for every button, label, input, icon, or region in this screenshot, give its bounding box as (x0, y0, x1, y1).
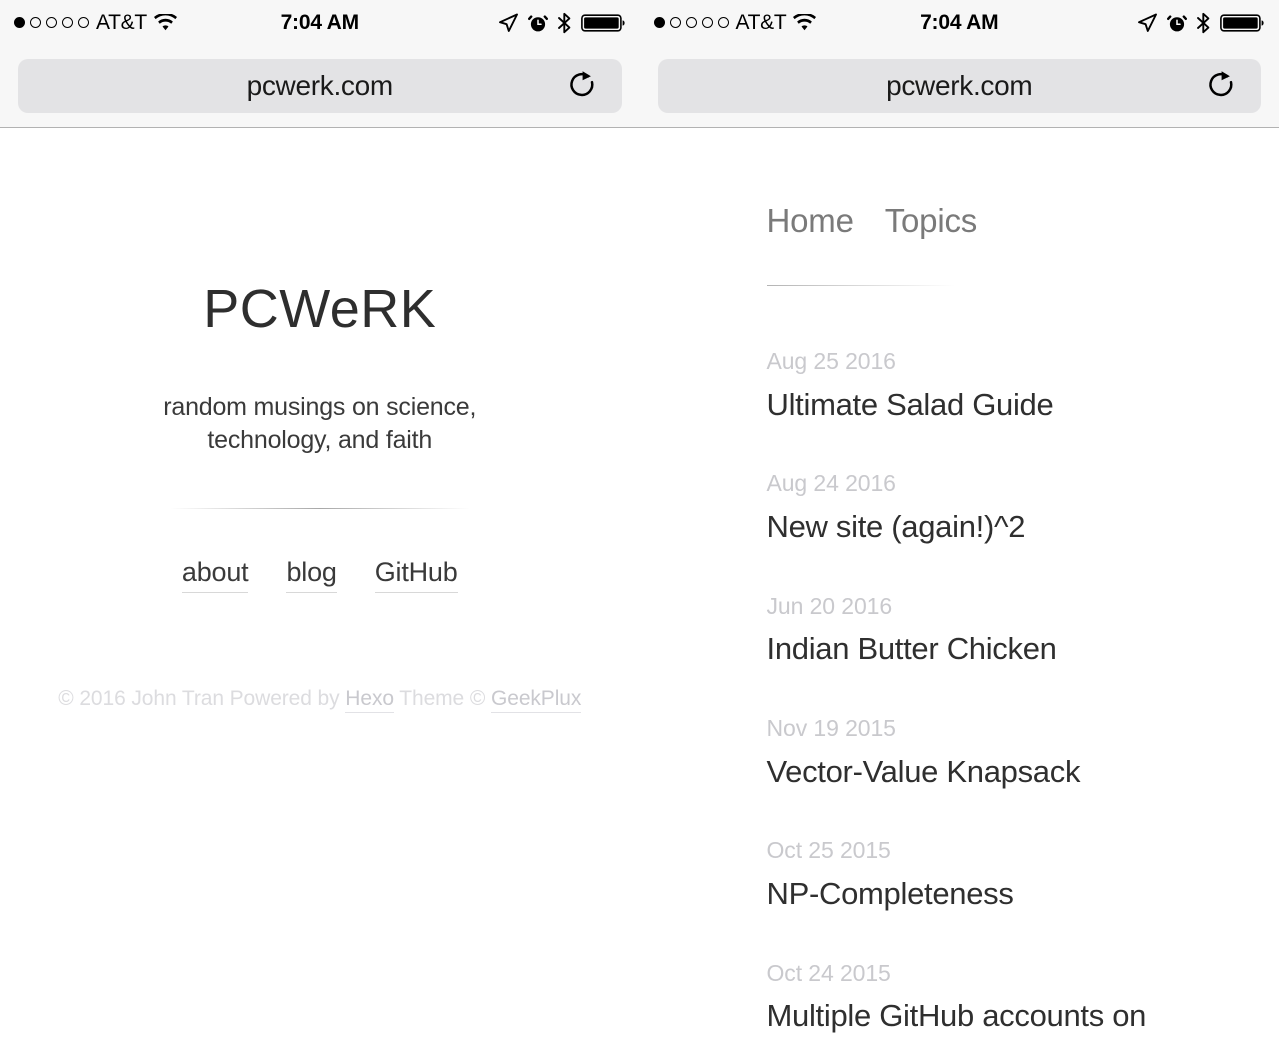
site-title: PCWeRK (203, 279, 437, 339)
alarm-clock-icon (527, 14, 548, 31)
post-title-link[interactable]: NP-Completeness (767, 873, 1147, 916)
status-bar: AT&T 7:04 AM (639, 0, 1279, 45)
signal-strength-dots (653, 17, 729, 28)
list-item: Oct 24 2015 Multiple GitHub accounts on … (767, 960, 1279, 1045)
site-header: PCWeRK random musings on science, techno… (0, 128, 640, 714)
nav-link-about[interactable]: about (181, 557, 249, 594)
right-page-content: Home Topics Aug 25 2016 Ultimate Salad G… (640, 128, 1279, 1045)
post-date: Oct 25 2015 (766, 837, 891, 864)
signal-strength-dots (14, 17, 89, 28)
left-page-content: PCWeRK random musings on science, techno… (0, 128, 640, 1045)
wifi-icon (793, 13, 817, 30)
bluetooth-icon (557, 12, 570, 33)
battery-full-icon (580, 13, 625, 32)
status-bar-left: AT&T (653, 10, 817, 35)
status-bar-left: AT&T (14, 11, 177, 35)
post-title-link[interactable]: Multiple GitHub accounts on one computer (767, 995, 1147, 1045)
browser-toolbar: pcwerk.com (0, 45, 640, 128)
footer-link-geekplux[interactable]: GeekPlux (491, 687, 581, 714)
post-title-link[interactable]: Indian Butter Chicken (767, 628, 1147, 671)
status-bar-right (497, 12, 626, 34)
post-title-link[interactable]: Vector-Value Knapsack (767, 751, 1147, 794)
signal-dot-filled (14, 17, 25, 28)
site-footer: © 2016 John Tran Powered by Hexo Theme ©… (0, 687, 640, 714)
location-arrow-icon (498, 13, 518, 32)
browser-toolbar: pcwerk.com (639, 45, 1279, 128)
url-bar[interactable]: pcwerk.com (18, 59, 622, 113)
reload-icon (1209, 71, 1233, 97)
reload-button[interactable] (566, 69, 600, 103)
url-text: pcwerk.com (886, 70, 1033, 101)
site-tagline: random musings on science, technology, a… (163, 393, 477, 454)
post-date: Nov 19 2015 (766, 715, 896, 742)
site-nav: about blog GitHub (0, 557, 640, 594)
post-title-link[interactable]: New site (again!)^2 (767, 506, 1147, 549)
header-divider (169, 508, 470, 510)
list-item: Oct 25 2015 NP-Completeness (767, 837, 1279, 915)
location-arrow-icon (1138, 13, 1157, 32)
archive-panel: Home Topics Aug 25 2016 Ultimate Salad G… (640, 128, 1279, 1045)
footer-theme-label: Theme © (399, 687, 486, 711)
url-text: pcwerk.com (246, 70, 394, 101)
post-title-link[interactable]: Ultimate Salad Guide (767, 384, 1147, 427)
post-date: Aug 24 2016 (766, 470, 896, 497)
carrier-label: AT&T (96, 10, 147, 34)
post-list: Aug 25 2016 Ultimate Salad Guide Aug 24 … (767, 348, 1279, 1045)
url-bar[interactable]: pcwerk.com (657, 59, 1261, 113)
signal-dot-empty (717, 17, 729, 28)
post-date: Aug 25 2016 (766, 348, 896, 374)
signal-dot-empty (62, 17, 73, 28)
list-item: Jun 20 2016 Indian Butter Chicken (767, 593, 1279, 671)
list-item: Aug 25 2016 Ultimate Salad Guide (767, 348, 1279, 426)
footer-copyright: © 2016 John Tran Powered by (58, 687, 340, 711)
dual-pane-screenshot: AT&T 7:04 AM pcwerk.com PCWeRK random mu… (0, 0, 1279, 1045)
list-item: Nov 19 2015 Vector-Value Knapsack (767, 715, 1279, 793)
tab-topics[interactable]: Topics (885, 202, 978, 240)
signal-dot-empty (30, 17, 41, 28)
wifi-icon (153, 13, 177, 30)
bluetooth-icon (1197, 12, 1210, 33)
signal-dot-empty (685, 17, 697, 28)
tabs-divider (766, 285, 955, 286)
nav-link-blog[interactable]: blog (286, 557, 337, 594)
archive-tabs: Home Topics (767, 202, 1279, 240)
left-browser-pane: AT&T 7:04 AM pcwerk.com PCWeRK random mu… (0, 0, 640, 1045)
right-browser-pane: AT&T 7:04 AM pcwerk.com Home Topics Aug … (639, 0, 1279, 1045)
nav-link-github[interactable]: GitHub (374, 557, 458, 594)
list-item: Aug 24 2016 New site (again!)^2 (767, 470, 1279, 548)
carrier-label: AT&T (735, 10, 787, 34)
alarm-clock-icon (1167, 14, 1187, 31)
signal-dot-filled (653, 17, 665, 28)
signal-dot-empty (701, 17, 713, 28)
status-bar: AT&T 7:04 AM (0, 0, 640, 45)
status-bar-right (1136, 12, 1265, 34)
reload-icon (569, 71, 594, 97)
signal-dot-empty (669, 17, 681, 28)
footer-link-hexo[interactable]: Hexo (345, 687, 394, 714)
tab-home[interactable]: Home (767, 202, 854, 240)
post-date: Oct 24 2015 (766, 959, 891, 986)
signal-dot-empty (78, 17, 89, 28)
signal-dot-empty (46, 17, 57, 28)
post-date: Jun 20 2016 (766, 592, 893, 619)
battery-full-icon (1220, 13, 1264, 32)
reload-button[interactable] (1205, 69, 1239, 103)
